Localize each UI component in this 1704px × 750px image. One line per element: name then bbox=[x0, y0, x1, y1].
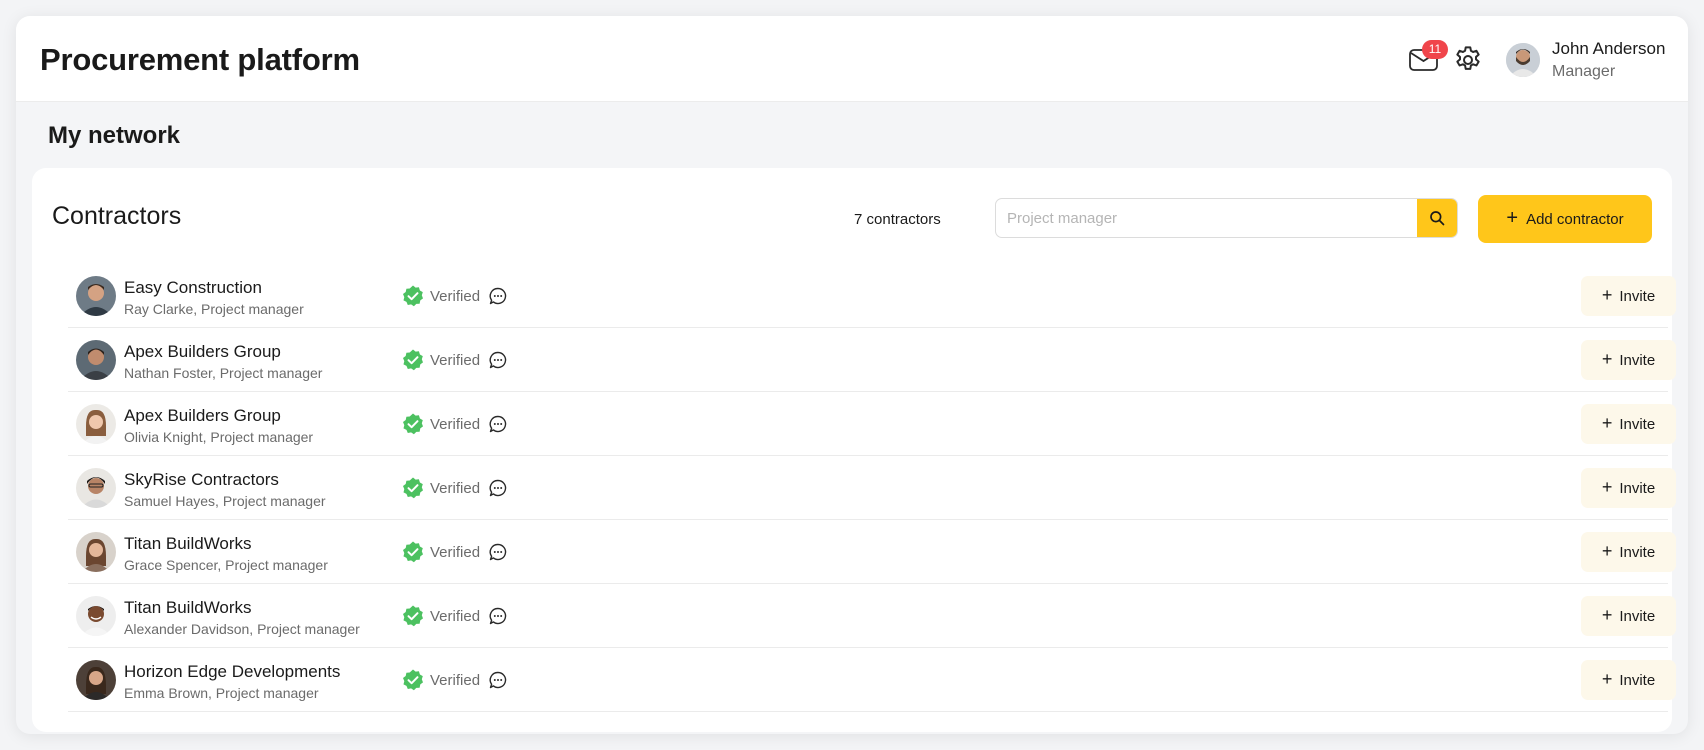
chat-bubble-icon[interactable] bbox=[488, 350, 508, 370]
verified-label: Verified bbox=[430, 480, 481, 497]
invite-button[interactable]: + Invite bbox=[1581, 660, 1676, 700]
contact-person: Olivia Knight, Project manager bbox=[124, 429, 314, 445]
avatar bbox=[76, 404, 116, 444]
page-title: My network bbox=[48, 122, 181, 149]
company-name: Titan BuildWorks bbox=[124, 598, 252, 617]
contact-person: Grace Spencer, Project manager bbox=[124, 557, 328, 573]
verified-badge-icon bbox=[403, 285, 423, 307]
avatar bbox=[76, 596, 116, 636]
company-name: Apex Builders Group bbox=[124, 342, 281, 361]
verified-label: Verified bbox=[430, 352, 481, 369]
contractor-row: Titan BuildWorks Alexander Davidson, Pro… bbox=[68, 584, 1676, 648]
contractors-card: Contractors 7 contractors + Add contract… bbox=[32, 168, 1676, 732]
verified-badge-icon bbox=[403, 477, 423, 499]
company-name: SkyRise Contractors bbox=[124, 470, 279, 489]
invite-button[interactable]: + Invite bbox=[1581, 596, 1676, 636]
plus-icon: + bbox=[1601, 541, 1613, 561]
invite-label: Invite bbox=[1619, 287, 1656, 305]
user-role: Manager bbox=[1552, 63, 1616, 80]
search-input[interactable] bbox=[996, 199, 1416, 237]
contact-person: Emma Brown, Project manager bbox=[124, 685, 319, 701]
verified-label: Verified bbox=[430, 672, 481, 689]
add-contractor-button[interactable]: + Add contractor bbox=[1478, 195, 1652, 243]
verified-label: Verified bbox=[430, 608, 481, 625]
avatar bbox=[76, 660, 116, 700]
plus-icon: + bbox=[1601, 413, 1613, 433]
contractor-row: Apex Builders Group Nathan Foster, Proje… bbox=[68, 328, 1676, 392]
avatar bbox=[76, 468, 116, 508]
verified-label: Verified bbox=[430, 416, 481, 433]
plus-icon: + bbox=[1601, 605, 1613, 625]
app-window: Procurement platform 11 John Anderson Ma… bbox=[16, 16, 1688, 734]
avatar bbox=[76, 340, 116, 380]
chat-bubble-icon[interactable] bbox=[488, 286, 508, 306]
verified-label: Verified bbox=[430, 544, 481, 561]
verified-badge-icon bbox=[403, 349, 423, 371]
contact-person: Samuel Hayes, Project manager bbox=[124, 493, 326, 509]
plus-icon: + bbox=[1601, 669, 1613, 689]
contractor-row: Titan BuildWorks Grace Spencer, Project … bbox=[68, 520, 1676, 584]
contact-person: Alexander Davidson, Project manager bbox=[124, 621, 360, 637]
verified-badge-icon bbox=[403, 669, 423, 691]
search-box bbox=[995, 198, 1458, 238]
verified-label: Verified bbox=[430, 288, 481, 305]
invite-button[interactable]: + Invite bbox=[1581, 404, 1676, 444]
contractors-title: Contractors bbox=[52, 202, 182, 230]
invite-button[interactable]: + Invite bbox=[1581, 340, 1676, 380]
user-avatar[interactable] bbox=[1506, 43, 1540, 77]
contractor-row: Easy Construction Ray Clarke, Project ma… bbox=[68, 264, 1676, 328]
chat-bubble-icon[interactable] bbox=[488, 542, 508, 562]
contact-person: Ray Clarke, Project manager bbox=[124, 301, 304, 317]
invite-label: Invite bbox=[1619, 543, 1656, 561]
invite-label: Invite bbox=[1619, 479, 1656, 497]
avatar bbox=[76, 276, 116, 316]
contractors-count: 7 contractors bbox=[854, 211, 941, 228]
verified-badge-icon bbox=[403, 605, 423, 627]
verified-badge-icon bbox=[403, 413, 423, 435]
invite-label: Invite bbox=[1619, 415, 1656, 433]
avatar bbox=[76, 532, 116, 572]
plus-icon: + bbox=[1601, 349, 1613, 369]
chat-bubble-icon[interactable] bbox=[488, 414, 508, 434]
invite-label: Invite bbox=[1619, 671, 1656, 689]
contact-person: Nathan Foster, Project manager bbox=[124, 365, 323, 381]
invite-button[interactable]: + Invite bbox=[1581, 532, 1676, 572]
gear-icon[interactable] bbox=[1452, 44, 1484, 76]
user-name: John Anderson bbox=[1552, 39, 1666, 58]
company-name: Horizon Edge Developments bbox=[124, 662, 341, 681]
plus-icon: + bbox=[1506, 207, 1519, 229]
plus-icon: + bbox=[1601, 477, 1613, 497]
verified-badge-icon bbox=[403, 541, 423, 563]
chat-bubble-icon[interactable] bbox=[488, 478, 508, 498]
top-bar: Procurement platform 11 John Anderson Ma… bbox=[16, 16, 1688, 102]
add-contractor-label: Add contractor bbox=[1526, 210, 1624, 228]
plus-icon: + bbox=[1601, 285, 1613, 305]
invite-label: Invite bbox=[1619, 607, 1656, 625]
invite-label: Invite bbox=[1619, 351, 1656, 369]
notification-badge: 11 bbox=[1422, 40, 1448, 59]
invite-button[interactable]: + Invite bbox=[1581, 468, 1676, 508]
search-button[interactable] bbox=[1417, 199, 1457, 237]
app-title: Procurement platform bbox=[40, 42, 360, 77]
chat-bubble-icon[interactable] bbox=[488, 670, 508, 690]
company-name: Easy Construction bbox=[124, 278, 262, 297]
contractor-row: Horizon Edge Developments Emma Brown, Pr… bbox=[68, 648, 1676, 712]
chat-bubble-icon[interactable] bbox=[488, 606, 508, 626]
contractor-row: SkyRise Contractors Samuel Hayes, Projec… bbox=[68, 456, 1676, 520]
invite-button[interactable]: + Invite bbox=[1581, 276, 1676, 316]
company-name: Apex Builders Group bbox=[124, 406, 281, 425]
contractor-row: Apex Builders Group Olivia Knight, Proje… bbox=[68, 392, 1676, 456]
search-icon bbox=[1430, 211, 1445, 226]
company-name: Titan BuildWorks bbox=[124, 534, 252, 553]
